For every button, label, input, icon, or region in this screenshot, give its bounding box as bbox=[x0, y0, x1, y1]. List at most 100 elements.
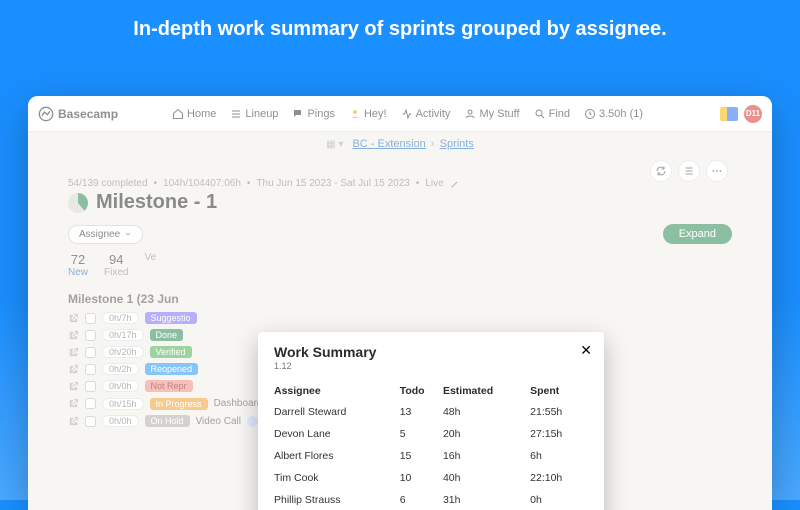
status-tag: Suggestio bbox=[145, 312, 197, 324]
stat-verified[interactable]: Ve bbox=[144, 252, 156, 278]
nav-lineup-label: Lineup bbox=[245, 108, 278, 120]
avatar-icon bbox=[247, 416, 258, 427]
time-pill: 0h/15h bbox=[102, 398, 144, 410]
checkbox[interactable] bbox=[85, 347, 96, 358]
checkbox[interactable] bbox=[85, 381, 96, 392]
summary-table: Assignee Todo Estimated Spent Darrell St… bbox=[274, 381, 588, 510]
col-estimated: Estimated bbox=[443, 381, 530, 401]
stat-new-num: 72 bbox=[68, 252, 88, 267]
apps-grid-icon[interactable]: ▦ ▾ bbox=[326, 139, 343, 150]
lineup-icon bbox=[230, 108, 242, 120]
breadcrumb-section[interactable]: Sprints bbox=[440, 138, 474, 150]
nav-pings-label: Pings bbox=[307, 108, 335, 120]
time-pill: 0h/2h bbox=[102, 363, 139, 375]
nav-activity[interactable]: Activity bbox=[401, 108, 451, 120]
external-link-icon[interactable] bbox=[68, 398, 79, 409]
nav-lineup[interactable]: Lineup bbox=[230, 108, 278, 120]
avatar[interactable]: D11 bbox=[744, 105, 762, 123]
col-assignee: Assignee bbox=[274, 381, 400, 401]
external-link-icon[interactable] bbox=[68, 364, 79, 375]
cell-assignee: Tim Cook bbox=[274, 467, 400, 489]
status-tag: On Hold bbox=[145, 415, 190, 427]
status-tag: In Progress bbox=[150, 398, 208, 410]
breadcrumb-project[interactable]: BC - Extension bbox=[352, 138, 425, 150]
progress-pie-icon bbox=[68, 193, 88, 213]
meta-completed: 54/139 completed bbox=[68, 178, 148, 189]
meta-daterange: Thu Jun 15 2023 - Sat Jul 15 2023 bbox=[256, 178, 409, 189]
cell-todo: 10 bbox=[400, 467, 443, 489]
checkbox[interactable] bbox=[85, 364, 96, 375]
cell-todo: 13 bbox=[400, 401, 443, 423]
cell-assignee: Darrell Steward bbox=[274, 401, 400, 423]
edit-icon[interactable] bbox=[450, 179, 460, 189]
group-by-label: Assignee bbox=[79, 229, 120, 240]
external-link-icon[interactable] bbox=[68, 330, 79, 341]
breadcrumb-sep: › bbox=[431, 138, 435, 150]
meta-live: Live bbox=[425, 178, 443, 189]
time-pill: 0h/20h bbox=[102, 346, 144, 358]
brand-label: Basecamp bbox=[58, 107, 118, 121]
nav-hey[interactable]: Hey! bbox=[349, 108, 387, 120]
topbar-right: D11 bbox=[720, 105, 762, 123]
cell-spent: 6h bbox=[530, 445, 588, 467]
summary-tbody: Darrell Steward1348h21:55hDevon Lane520h… bbox=[274, 401, 588, 510]
controls-row: Assignee Expand bbox=[68, 224, 732, 244]
nav-hey-label: Hey! bbox=[364, 108, 387, 120]
cell-todo: 5 bbox=[400, 423, 443, 445]
time-pill: 0h/17h bbox=[102, 329, 144, 341]
nav-timer[interactable]: 3.50h (1) bbox=[584, 108, 643, 120]
group-by-select[interactable]: Assignee bbox=[68, 225, 143, 244]
expand-button[interactable]: Expand bbox=[663, 224, 732, 244]
table-row: Darrell Steward1348h21:55h bbox=[274, 401, 588, 423]
milestone-title: Milestone - 1 bbox=[96, 191, 217, 214]
cell-est: 40h bbox=[443, 467, 530, 489]
status-tag: Reopened bbox=[145, 363, 199, 375]
list-button[interactable] bbox=[678, 160, 700, 182]
nav-home-label: Home bbox=[187, 108, 216, 120]
stat-new[interactable]: 72 New bbox=[68, 252, 88, 278]
main-nav: Home Lineup Pings Hey! Activity My Stuff bbox=[172, 108, 643, 120]
milestone-meta: 54/139 completed • 104h/104407:06h • Thu… bbox=[68, 178, 732, 189]
cell-est: 48h bbox=[443, 401, 530, 423]
stat-fixed[interactable]: 94 Fixed bbox=[104, 252, 128, 278]
status-tag: Done bbox=[150, 329, 184, 341]
task-row[interactable]: 0h/7hSuggestio bbox=[68, 312, 732, 324]
nav-find-label: Find bbox=[549, 108, 570, 120]
brand[interactable]: Basecamp bbox=[38, 106, 118, 122]
refresh-button[interactable] bbox=[650, 160, 672, 182]
flag-icon[interactable] bbox=[720, 107, 738, 121]
stat-fixed-lbl: Fixed bbox=[104, 267, 128, 278]
nav-timer-label: 3.50h (1) bbox=[599, 108, 643, 120]
section-title: Milestone 1 (23 Jun bbox=[68, 292, 732, 306]
search-icon bbox=[534, 108, 546, 120]
basecamp-logo-icon bbox=[38, 106, 54, 122]
stat-ver-lbl: Ve bbox=[144, 252, 156, 263]
status-counts: 72 New 94 Fixed Ve bbox=[68, 252, 732, 278]
more-button[interactable] bbox=[706, 160, 728, 182]
work-summary-modal: ✕ Work Summary 1.12 Assignee Todo Estima… bbox=[258, 332, 604, 510]
stat-new-lbl: New bbox=[68, 267, 88, 278]
close-button[interactable]: ✕ bbox=[580, 342, 592, 359]
checkbox[interactable] bbox=[85, 330, 96, 341]
nav-home[interactable]: Home bbox=[172, 108, 216, 120]
checkbox[interactable] bbox=[85, 313, 96, 324]
clock-icon bbox=[584, 108, 596, 120]
cell-todo: 15 bbox=[400, 445, 443, 467]
external-link-icon[interactable] bbox=[68, 381, 79, 392]
cell-est: 20h bbox=[443, 423, 530, 445]
status-tag: Verified bbox=[150, 346, 192, 358]
nav-find[interactable]: Find bbox=[534, 108, 570, 120]
nav-mystuff[interactable]: My Stuff bbox=[464, 108, 519, 120]
nav-pings[interactable]: Pings bbox=[292, 108, 335, 120]
external-link-icon[interactable] bbox=[68, 416, 79, 427]
external-link-icon[interactable] bbox=[68, 347, 79, 358]
cell-assignee: Devon Lane bbox=[274, 423, 400, 445]
external-link-icon[interactable] bbox=[68, 313, 79, 324]
task-title: Video Call bbox=[196, 416, 241, 427]
checkbox[interactable] bbox=[85, 416, 96, 427]
table-row: Devon Lane520h27:15h bbox=[274, 423, 588, 445]
table-row: Albert Flores1516h6h bbox=[274, 445, 588, 467]
nav-mystuff-label: My Stuff bbox=[479, 108, 519, 120]
table-row: Tim Cook1040h22:10h bbox=[274, 467, 588, 489]
checkbox[interactable] bbox=[85, 398, 96, 409]
